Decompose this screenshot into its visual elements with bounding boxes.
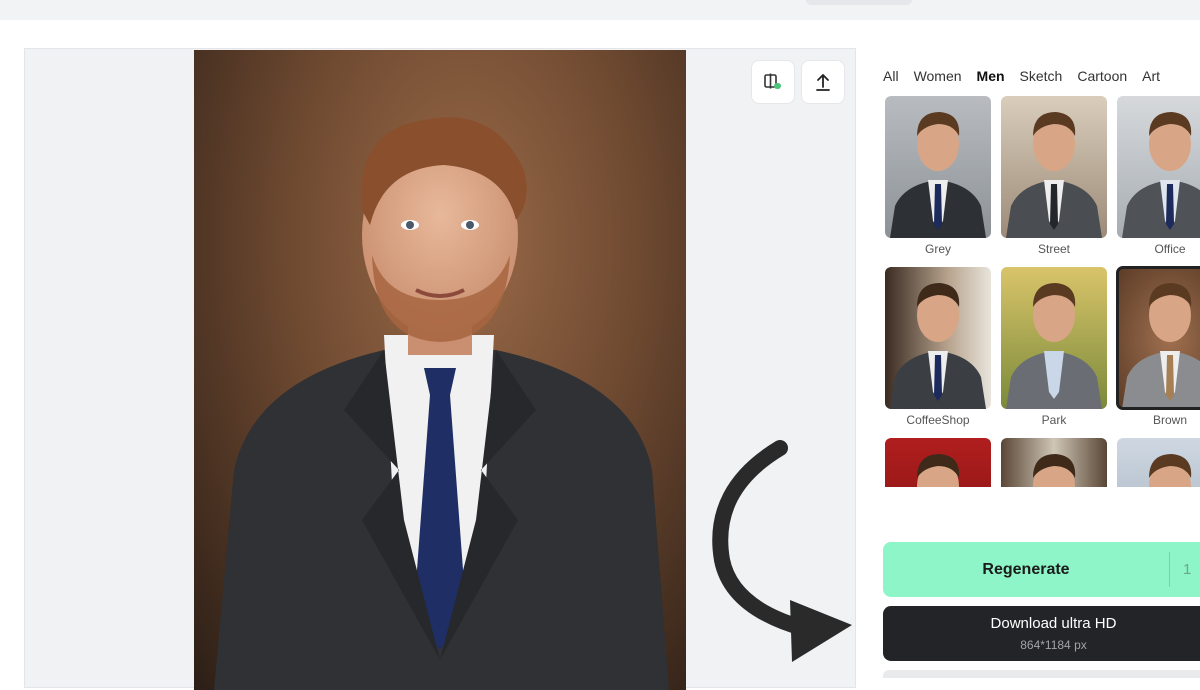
tab-all[interactable]: All (883, 66, 899, 86)
portrait-illustration (214, 117, 669, 690)
style-category-tabs: All Women Men Sketch Cartoon Art (883, 66, 1175, 86)
style-label-brown: Brown (1152, 413, 1187, 427)
style-thumb-office[interactable] (1117, 96, 1200, 238)
style-label-office: Office (1154, 242, 1186, 256)
style-thumb-coffeeshop[interactable] (885, 267, 991, 409)
portrait-thumbnail (1033, 454, 1076, 487)
portrait-thumbnail (1122, 283, 1200, 409)
style-thumb-brown[interactable] (1116, 266, 1200, 410)
secondary-button-edge[interactable] (883, 670, 1200, 678)
compare-button[interactable] (751, 60, 795, 104)
curved-arrow-icon (712, 440, 852, 662)
generated-portrait (194, 50, 686, 690)
top-bar-tab[interactable] (806, 0, 912, 5)
style-label-park: Park (1041, 413, 1067, 427)
regenerate-cost: 1 (1183, 561, 1192, 578)
portrait-thumbnail (917, 454, 960, 487)
portrait-thumbnail (1149, 454, 1192, 487)
regenerate-button[interactable]: Regenerate 1 (883, 542, 1200, 597)
style-thumb-park[interactable] (1001, 267, 1107, 409)
style-thumb-light[interactable] (1117, 438, 1200, 487)
style-label-grey: Grey (924, 242, 951, 256)
download-label: Download ultra HD (990, 615, 1117, 632)
tab-women[interactable]: Women (914, 66, 962, 86)
top-bar (0, 0, 1200, 20)
style-thumb-red[interactable] (885, 438, 991, 487)
download-hd-button[interactable]: Download ultra HD 864*1184 px (883, 606, 1200, 661)
style-label-street: Street (1037, 242, 1070, 256)
style-thumb-library[interactable] (1001, 438, 1107, 487)
portrait-thumbnail (1006, 112, 1102, 238)
tab-sketch[interactable]: Sketch (1020, 66, 1063, 86)
portrait-thumbnail (890, 283, 986, 409)
tab-men[interactable]: Men (977, 66, 1005, 86)
compare-icon (764, 73, 781, 89)
portrait-thumbnail (1122, 112, 1200, 238)
tab-art[interactable]: Art (1142, 66, 1160, 86)
upload-icon (816, 74, 830, 91)
regenerate-divider (1169, 552, 1170, 587)
regenerate-label: Regenerate (982, 561, 1070, 578)
portrait-thumbnail (1006, 283, 1102, 409)
style-grid: Grey Street Office CoffeeShop Park Brown (884, 96, 1200, 487)
tab-cartoon[interactable]: Cartoon (1077, 66, 1127, 86)
style-thumb-grey[interactable] (885, 96, 991, 238)
style-thumb-street[interactable] (1001, 96, 1107, 238)
style-label-coffeeshop: CoffeeShop (906, 413, 970, 427)
download-resolution: 864*1184 px (1020, 638, 1087, 652)
portrait-thumbnail (890, 112, 986, 238)
upload-button[interactable] (801, 60, 845, 104)
